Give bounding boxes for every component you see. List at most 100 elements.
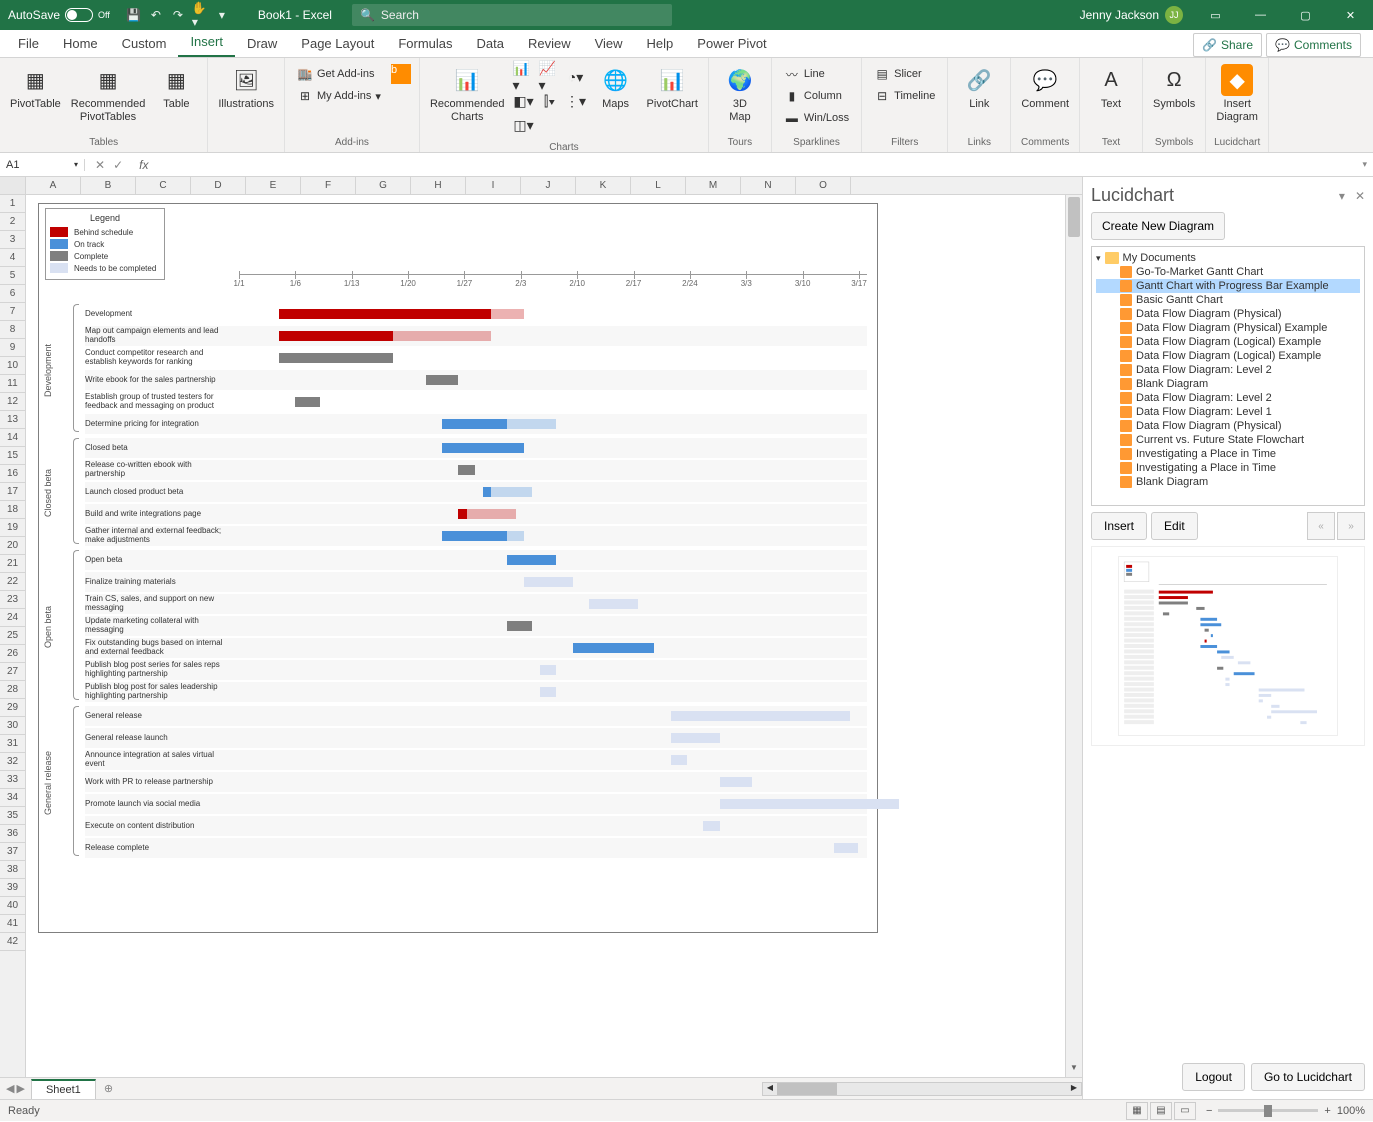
lucid-doc-item[interactable]: Data Flow Diagram (Logical) Example <box>1096 349 1360 363</box>
line-chart-icon[interactable]: 📈▾ <box>539 66 561 88</box>
comments-button[interactable]: 💬 Comments <box>1266 33 1361 57</box>
create-diagram-button[interactable]: Create New Diagram <box>1091 212 1225 240</box>
lucid-edit-button[interactable]: Edit <box>1151 512 1198 540</box>
lucid-doc-item[interactable]: Data Flow Diagram: Level 2 <box>1096 391 1360 405</box>
column-header[interactable]: N <box>741 177 796 194</box>
row-header[interactable]: 28 <box>0 681 25 699</box>
row-header[interactable]: 42 <box>0 933 25 951</box>
add-sheet-button[interactable]: ⊕ <box>96 1082 121 1095</box>
row-header[interactable]: 19 <box>0 519 25 537</box>
illustrations-button[interactable]: 🖼Illustrations <box>214 62 278 113</box>
ribbon-display-icon[interactable]: ▭ <box>1193 0 1238 30</box>
row-header[interactable]: 33 <box>0 771 25 789</box>
row-header[interactable]: 27 <box>0 663 25 681</box>
folder-my-documents[interactable]: ▾My Documents <box>1096 251 1360 265</box>
tab-help[interactable]: Help <box>635 30 686 57</box>
sparkline-line-button[interactable]: 〰Line <box>780 64 853 84</box>
sparkline-column-button[interactable]: ▮Column <box>780 86 853 106</box>
lucid-doc-item[interactable]: Current vs. Future State Flowchart <box>1096 433 1360 447</box>
row-header[interactable]: 2 <box>0 213 25 231</box>
save-icon[interactable]: 💾 <box>126 7 142 23</box>
touch-icon[interactable]: ✋▾ <box>192 7 208 23</box>
column-header[interactable]: O <box>796 177 851 194</box>
column-header[interactable]: M <box>686 177 741 194</box>
row-header[interactable]: 11 <box>0 375 25 393</box>
tab-formulas[interactable]: Formulas <box>386 30 464 57</box>
row-header[interactable]: 23 <box>0 591 25 609</box>
confirm-formula-icon[interactable]: ✓ <box>113 158 123 172</box>
view-normal-icon[interactable]: ▦ <box>1126 1102 1148 1120</box>
row-header[interactable]: 18 <box>0 501 25 519</box>
cancel-formula-icon[interactable]: ✕ <box>95 158 105 172</box>
row-header[interactable]: 29 <box>0 699 25 717</box>
hierarchy-chart-icon[interactable]: ◧▾ <box>513 90 535 112</box>
row-header[interactable]: 10 <box>0 357 25 375</box>
column-header[interactable]: L <box>631 177 686 194</box>
redo-icon[interactable]: ↷ <box>170 7 186 23</box>
link-button[interactable]: 🔗Link <box>954 62 1004 113</box>
row-header[interactable]: 37 <box>0 843 25 861</box>
row-header[interactable]: 32 <box>0 753 25 771</box>
row-header[interactable]: 25 <box>0 627 25 645</box>
gantt-chart-object[interactable]: Legend Behind schedule On track Complete… <box>38 203 878 933</box>
row-header[interactable]: 17 <box>0 483 25 501</box>
zoom-out-button[interactable]: − <box>1206 1105 1212 1117</box>
lucid-doc-item[interactable]: Basic Gantt Chart <box>1096 293 1360 307</box>
maps-button[interactable]: 🌐Maps <box>591 62 641 113</box>
row-header[interactable]: 36 <box>0 825 25 843</box>
row-header[interactable]: 24 <box>0 609 25 627</box>
get-addins-button[interactable]: 🏬Get Add-ins <box>293 64 385 84</box>
lucid-prev-button[interactable]: « <box>1307 512 1335 540</box>
lucid-doc-item[interactable]: Data Flow Diagram (Physical) <box>1096 307 1360 321</box>
comment-button[interactable]: 💬Comment <box>1017 62 1073 113</box>
row-header[interactable]: 13 <box>0 411 25 429</box>
zoom-slider[interactable] <box>1218 1109 1318 1112</box>
pane-close-icon[interactable]: ✕ <box>1355 189 1365 203</box>
column-header[interactable]: F <box>301 177 356 194</box>
row-header[interactable]: 9 <box>0 339 25 357</box>
row-header[interactable]: 12 <box>0 393 25 411</box>
rec-charts-button[interactable]: 📊Recommended Charts <box>426 62 509 126</box>
column-header[interactable]: C <box>136 177 191 194</box>
lucid-next-button[interactable]: » <box>1337 512 1365 540</box>
expand-formula-icon[interactable]: ▾ <box>1356 159 1373 170</box>
view-pagebreak-icon[interactable]: ▭ <box>1174 1102 1196 1120</box>
sheet-nav-next-icon[interactable]: ▶ <box>16 1082 24 1095</box>
tab-file[interactable]: File <box>6 30 51 57</box>
lucid-doc-item[interactable]: Blank Diagram <box>1096 475 1360 489</box>
user-account[interactable]: Jenny Jackson JJ <box>1070 6 1193 24</box>
row-header[interactable]: 5 <box>0 267 25 285</box>
table-button[interactable]: ▦Table <box>151 62 201 113</box>
row-header[interactable]: 21 <box>0 555 25 573</box>
row-header[interactable]: 30 <box>0 717 25 735</box>
tab-page-layout[interactable]: Page Layout <box>289 30 386 57</box>
column-header[interactable]: K <box>576 177 631 194</box>
search-input[interactable] <box>381 8 664 22</box>
customize-icon[interactable]: ▾ <box>214 7 230 23</box>
name-box[interactable]: A1▾ <box>0 159 85 171</box>
zoom-level[interactable]: 100% <box>1337 1105 1365 1117</box>
row-header[interactable]: 20 <box>0 537 25 555</box>
sheet-tab-1[interactable]: Sheet1 <box>31 1079 96 1099</box>
row-header[interactable]: 34 <box>0 789 25 807</box>
close-icon[interactable]: ✕ <box>1328 0 1373 30</box>
combo-chart-icon[interactable]: ◫▾ <box>513 114 535 136</box>
maximize-icon[interactable]: ▢ <box>1283 0 1328 30</box>
row-header[interactable]: 41 <box>0 915 25 933</box>
row-header[interactable]: 7 <box>0 303 25 321</box>
lucid-doc-item[interactable]: Investigating a Place in Time <box>1096 447 1360 461</box>
row-header[interactable]: 1 <box>0 195 25 213</box>
column-header[interactable]: G <box>356 177 411 194</box>
lucid-doc-item[interactable]: Go-To-Market Gantt Chart <box>1096 265 1360 279</box>
lucid-doc-item[interactable]: Data Flow Diagram (Physical) <box>1096 419 1360 433</box>
row-header[interactable]: 3 <box>0 231 25 249</box>
timeline-button[interactable]: ⊟Timeline <box>870 86 939 106</box>
row-header[interactable]: 22 <box>0 573 25 591</box>
pivottable-button[interactable]: ▦PivotTable <box>6 62 65 113</box>
view-layout-icon[interactable]: ▤ <box>1150 1102 1172 1120</box>
row-header[interactable]: 14 <box>0 429 25 447</box>
lucid-doc-item[interactable]: Gantt Chart with Progress Bar Example <box>1096 279 1360 293</box>
column-header[interactable]: E <box>246 177 301 194</box>
pivotchart-button[interactable]: 📊PivotChart <box>643 62 702 113</box>
column-header[interactable]: I <box>466 177 521 194</box>
